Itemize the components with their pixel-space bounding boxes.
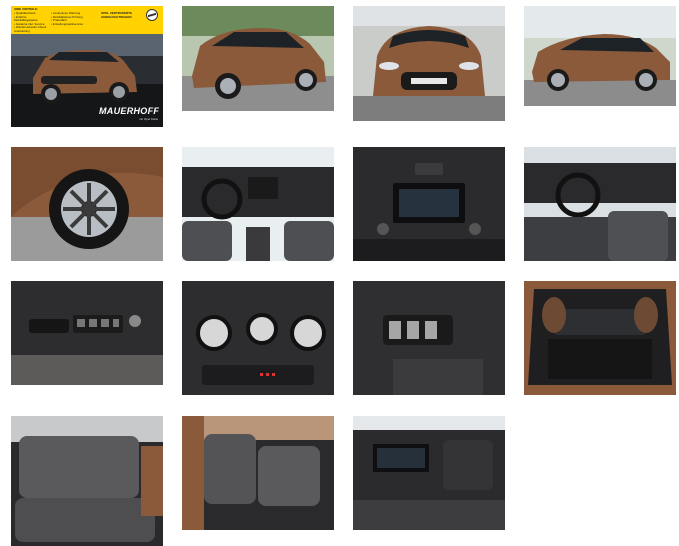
front-seats-image [182,416,334,530]
photo-dashboard-from-rear[interactable] [182,147,334,261]
photo-rear-seats[interactable] [11,416,163,546]
passenger-dashboard-image [353,416,505,530]
photo-wheel[interactable] [11,147,163,261]
photo-door-panel-window-switches[interactable] [11,281,163,385]
photo-climate-controls[interactable] [182,281,334,395]
headlight-switches-image [353,281,505,395]
photo-center-console-infotainment[interactable] [353,147,505,261]
photo-front-seats-side[interactable] [182,416,334,530]
photo-dashboard-passenger-side[interactable] [353,416,505,530]
door-panel-image [11,281,163,385]
wheel-image [11,147,163,261]
side-profile-image [524,6,676,106]
front-image [353,6,505,121]
photo-trunk[interactable] [524,281,676,395]
dashboard-image [182,147,334,261]
dealer-logo: MAUERHOFF [99,106,160,116]
dealer-tagline: mit Opel Karte [139,117,159,121]
photo-promo-front-three-quarter[interactable]: IHRE VORTEILE: • Qualitätscheck • Erhöht… [11,6,163,127]
rear-three-quarter-image [182,6,334,111]
photo-headlight-switches[interactable] [353,281,505,395]
trunk-image [524,281,676,395]
driver-seat-image [524,147,676,261]
photo-side-profile[interactable] [524,6,676,106]
photo-driver-seat-steering[interactable] [524,147,676,261]
climate-controls-image [182,281,334,395]
photo-rear-three-quarter[interactable] [182,6,334,111]
infotainment-image [353,147,505,261]
photo-front[interactable] [353,6,505,121]
photo-gallery: IHRE VORTEILE: • Qualitätscheck • Erhöht… [0,0,679,546]
rear-seats-image [11,416,163,546]
